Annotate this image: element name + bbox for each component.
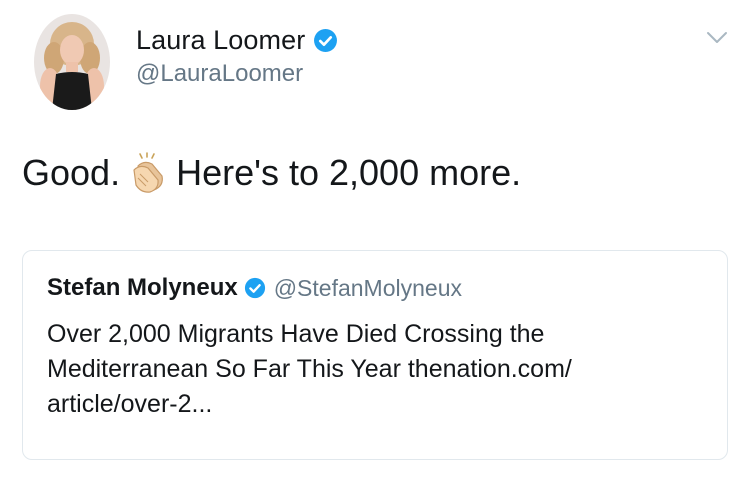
verified-badge-icon bbox=[244, 277, 266, 299]
tweet-text-end: Here's to 2,000 more. bbox=[176, 152, 522, 193]
quoted-text-line[interactable]: Mediterranean So Far This Year thenation… bbox=[47, 352, 707, 387]
tweet-card: Laura Loomer @LauraLoomer Good. Here's t… bbox=[0, 0, 746, 480]
tweet-text: Good. Here's to 2,000 more. bbox=[22, 152, 521, 194]
quoted-text-line: Over 2,000 Migrants Have Died Crossing t… bbox=[47, 320, 545, 348]
verified-badge-icon bbox=[313, 28, 338, 53]
quoted-tweet-card[interactable]: Stefan Molyneux @StefanMolyneux Over 2,0… bbox=[22, 250, 728, 460]
quoted-author-handle[interactable]: @StefanMolyneux bbox=[274, 275, 462, 302]
avatar[interactable] bbox=[34, 14, 110, 110]
quoted-author-name[interactable]: Stefan Molyneux bbox=[47, 274, 238, 302]
author-handle[interactable]: @LauraLoomer bbox=[136, 60, 303, 88]
quoted-text-line[interactable]: article/over-2... bbox=[47, 387, 707, 422]
quoted-tweet-text: Over 2,000 Migrants Have Died Crossing t… bbox=[47, 317, 707, 422]
author-name[interactable]: Laura Loomer bbox=[136, 25, 305, 56]
clapping-hands-icon bbox=[128, 152, 170, 194]
quoted-tweet-header: Stefan Molyneux @StefanMolyneux bbox=[47, 273, 462, 303]
chevron-down-icon[interactable] bbox=[706, 30, 728, 46]
author-name-row: Laura Loomer bbox=[136, 22, 338, 58]
tweet-text-start: Good. bbox=[22, 152, 121, 193]
